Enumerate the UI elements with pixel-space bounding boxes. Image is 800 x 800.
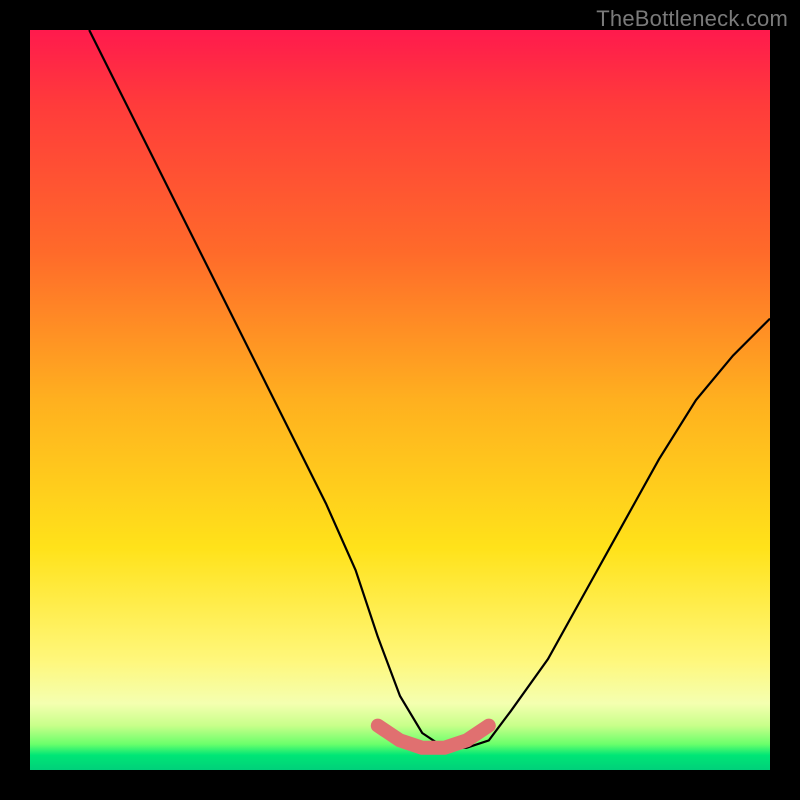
- curve-layer: [30, 30, 770, 770]
- chart-frame: TheBottleneck.com: [0, 0, 800, 800]
- plot-area: [30, 30, 770, 770]
- main-curve: [89, 30, 770, 748]
- watermark-text: TheBottleneck.com: [596, 6, 788, 32]
- bottom-highlight: [378, 726, 489, 748]
